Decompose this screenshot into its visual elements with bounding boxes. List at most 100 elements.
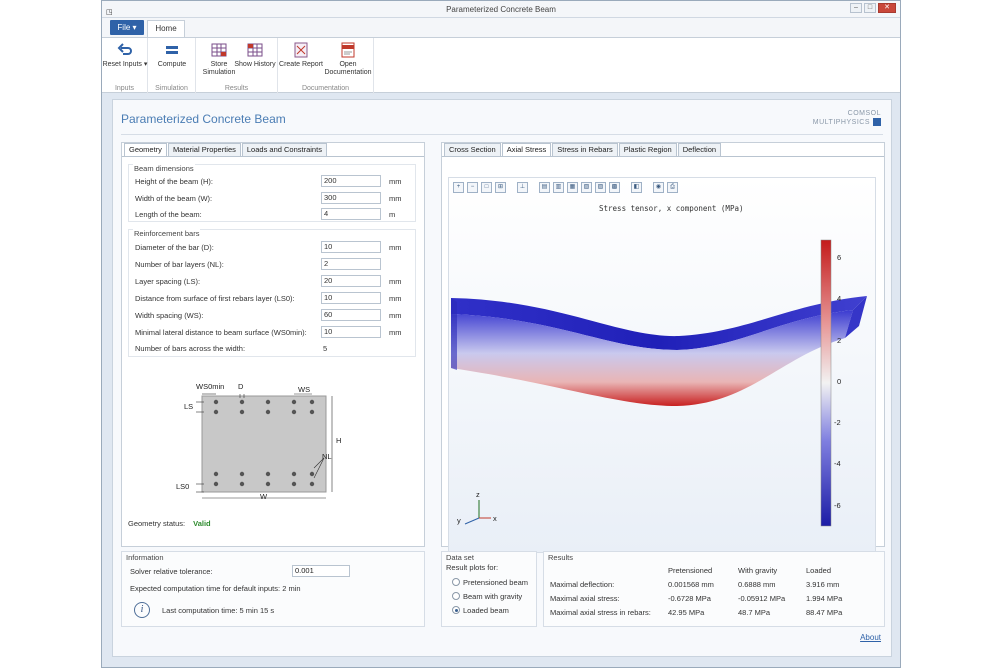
show-history-label: Show History [234, 61, 276, 68]
axis-x-label: x [493, 514, 497, 523]
window-title: Parameterized Concrete Beam [446, 5, 556, 14]
field-row: Height of the beam (H): 200 mm [135, 175, 411, 189]
radio-dot-selected [452, 606, 460, 614]
ribbon-group-inputs: Reset Inputs ▾ Inputs [102, 38, 148, 94]
field-label: Distance from surface of first rebars la… [135, 294, 295, 303]
unit-label: mm [389, 311, 402, 320]
expected-time-label: Expected computation time for default in… [130, 584, 301, 593]
compute-label: Compute [157, 61, 187, 68]
colorbar-tick: -6 [834, 501, 841, 510]
tolerance-input[interactable]: 0.001 [292, 565, 350, 577]
result-value: 1.994 MPa [806, 594, 843, 603]
colorbar-tick: -2 [834, 418, 841, 427]
tab-material-properties[interactable]: Material Properties [167, 143, 241, 156]
tab-home[interactable]: Home [147, 20, 185, 37]
radio-loaded-beam[interactable]: Loaded beam [452, 606, 509, 615]
input-tabs: Geometry Material Properties Loads and C… [124, 143, 328, 156]
nl-label: NL [322, 452, 332, 461]
layer-spacing-input[interactable]: 20 [321, 275, 381, 287]
bar-diameter-input[interactable]: 10 [321, 241, 381, 253]
show-history-button[interactable]: Show History [232, 41, 278, 69]
logo-square-icon [873, 118, 881, 126]
file-menu-button[interactable]: File ▾ [110, 20, 144, 35]
beam-dimensions-section: Beam dimensions Height of the beam (H): … [128, 164, 416, 222]
tab-deflection[interactable]: Deflection [677, 143, 722, 156]
reset-inputs-button[interactable]: Reset Inputs ▾ [102, 41, 148, 69]
dataset-box: Data set Result plots for: Pretensioned … [441, 551, 537, 627]
radio-label: Pretensioned beam [463, 578, 529, 587]
lateral-distance-input[interactable]: 10 [321, 326, 381, 338]
field-label: Height of the beam (H): [135, 177, 213, 186]
radio-beam-with-gravity[interactable]: Beam with gravity [452, 592, 522, 601]
ribbon-group-simulation: Compute Simulation [148, 38, 196, 94]
tab-plastic-region[interactable]: Plastic Region [618, 143, 677, 156]
about-link[interactable]: About [860, 633, 881, 642]
geometry-status-label: Geometry status: [128, 519, 186, 528]
field-row: Width of the beam (W): 300 mm [135, 192, 411, 206]
history-icon [246, 41, 264, 59]
ribbon: Reset Inputs ▾ Inputs Compute Simulation… [102, 37, 900, 94]
create-report-button[interactable]: Create Report [278, 41, 324, 69]
results-title: Results [548, 553, 574, 562]
table-icon [210, 41, 228, 59]
equals-icon [163, 41, 181, 59]
field-row: Layer spacing (LS): 20 mm [135, 275, 411, 289]
result-label: Maximal axial stress in rebars: [550, 608, 651, 617]
ribbon-group-label: Documentation [301, 85, 350, 92]
result-value: -0.6728 MPa [668, 594, 711, 603]
geometry-status: Geometry status: Valid [128, 519, 211, 528]
field-row: Distance from surface of first rebars la… [135, 292, 411, 306]
tab-stress-in-rebars[interactable]: Stress in Rebars [552, 143, 618, 156]
plot-panel: Cross Section Axial Stress Stress in Reb… [441, 142, 885, 553]
tab-cross-section[interactable]: Cross Section [444, 143, 501, 156]
open-documentation-button[interactable]: Open Documentation [320, 41, 376, 77]
column-header: Pretensioned [668, 566, 713, 575]
tab-axial-stress[interactable]: Axial Stress [501, 143, 552, 156]
first-layer-distance-input[interactable]: 10 [321, 292, 381, 304]
tolerance-label: Solver relative tolerance: [130, 567, 213, 576]
tab-loads-and-constraints[interactable]: Loads and Constraints [241, 143, 327, 156]
graphics-window[interactable]: + − □ ⊞ ⊥ ▤ ▥ ▦ ▧ ▨ ▩ ◧ ◉ ⎙ Stress tenso… [448, 177, 876, 553]
minimize-button[interactable]: – [850, 3, 862, 13]
unit-label: m [389, 210, 396, 219]
report-icon [292, 41, 310, 59]
width-spacing-input[interactable]: 60 [321, 309, 381, 321]
app-content: Parameterized Concrete Beam COMSOL MULTI… [112, 99, 892, 657]
page-title: Parameterized Concrete Beam [121, 112, 286, 126]
title-bar: ◳ Parameterized Concrete Beam – □ ✕ [102, 1, 900, 18]
reinforcement-section: Reinforcement bars Diameter of the bar (… [128, 229, 416, 357]
field-row: Number of bars across the width: 5 [135, 342, 411, 356]
input-panel: Geometry Material Properties Loads and C… [121, 142, 425, 547]
ribbon-group-label: Results [224, 85, 249, 92]
tab-geometry[interactable]: Geometry [124, 143, 167, 156]
ws0min-label: WS0min [196, 382, 225, 391]
width-input[interactable]: 300 [321, 192, 381, 204]
comsol-logo: COMSOL MULTIPHYSICS [813, 110, 881, 127]
open-documentation-label: Open Documentation [324, 61, 372, 76]
radio-label: Loaded beam [463, 606, 509, 615]
pdf-icon [339, 41, 357, 59]
unit-label: mm [389, 294, 402, 303]
w-label: W [260, 492, 268, 501]
create-report-label: Create Report [279, 61, 323, 68]
bar-layers-input[interactable]: 2 [321, 258, 381, 270]
field-row: Length of the beam: 4 m [135, 208, 411, 222]
radio-pretensioned-beam[interactable]: Pretensioned beam [452, 578, 528, 587]
result-label: Maximal deflection: [550, 580, 615, 589]
window-controls: – □ ✕ [850, 3, 896, 13]
dataset-subtitle: Result plots for: [446, 563, 499, 572]
close-button[interactable]: ✕ [878, 3, 896, 13]
field-row: Minimal lateral distance to beam surface… [135, 326, 411, 340]
height-input[interactable]: 200 [321, 175, 381, 187]
ribbon-group-label: Inputs [114, 85, 135, 92]
compute-button[interactable]: Compute [149, 41, 195, 69]
ribbon-group-documentation: Create Report Open Documentation Documen… [278, 38, 374, 94]
field-label: Length of the beam: [135, 210, 202, 219]
ws-label: WS [298, 385, 311, 394]
ls0-label: LS0 [176, 482, 190, 491]
field-label: Width of the beam (W): [135, 194, 213, 203]
maximize-button[interactable]: □ [864, 3, 876, 13]
section-title: Beam dimensions [133, 164, 195, 173]
axis-y-label: y [457, 516, 461, 525]
length-input[interactable]: 4 [321, 208, 381, 220]
